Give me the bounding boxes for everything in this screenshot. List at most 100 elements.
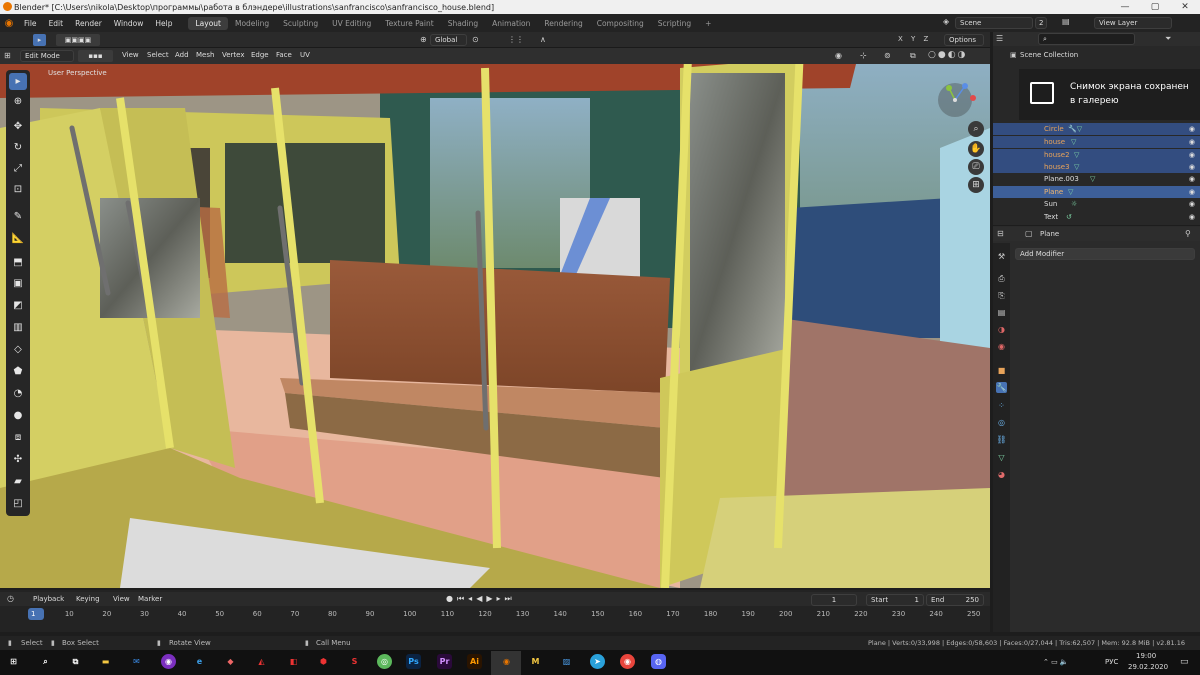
camera-view-icon[interactable]: ⎚: [968, 159, 984, 175]
system-tray-icons[interactable]: ⌃ ▭ 🔈: [1043, 658, 1069, 666]
rip-tool-icon[interactable]: ◰: [9, 495, 27, 512]
vp-menu-select[interactable]: Select: [147, 51, 169, 59]
illustrator-icon[interactable]: Ai: [467, 654, 482, 669]
editor-type-icon[interactable]: ⊞: [4, 51, 11, 60]
chrome-icon[interactable]: ◉: [620, 654, 635, 669]
annotate-tool-icon[interactable]: ✎: [9, 208, 27, 225]
vp-menu-view[interactable]: View: [122, 51, 139, 59]
podcast-app-icon[interactable]: ◉: [161, 654, 176, 669]
edge-browser-icon[interactable]: e: [192, 654, 207, 669]
app-icon-shape[interactable]: ⬢: [316, 654, 331, 669]
filter-icon[interactable]: ⏷: [1165, 34, 1171, 44]
overlay-icon[interactable]: ⊚: [884, 51, 891, 60]
visibility-eye-icon[interactable]: ◉: [1189, 198, 1195, 210]
world-tab-icon[interactable]: ◉: [996, 341, 1007, 352]
outliner-item-plane[interactable]: Plane ▽ ◉: [993, 186, 1200, 198]
data-tab-icon[interactable]: ▽: [996, 452, 1007, 463]
tab-modeling[interactable]: Modeling: [228, 17, 276, 30]
telegram-icon[interactable]: ➤: [590, 654, 605, 669]
maximize-button[interactable]: ▢: [1140, 0, 1170, 14]
transform-orientation-dropdown[interactable]: Global: [430, 34, 467, 46]
outliner-editor-icon[interactable]: ☰: [996, 34, 1003, 43]
outliner-item-house[interactable]: house ▽ ◉: [993, 136, 1200, 148]
tab-animation[interactable]: Animation: [485, 17, 537, 30]
bevel-tool-icon[interactable]: ◩: [9, 297, 27, 314]
visibility-eye-icon[interactable]: ◉: [1189, 161, 1195, 173]
scale-tool-icon[interactable]: ⤢: [9, 160, 27, 177]
render-tab-icon[interactable]: ⎙: [996, 273, 1007, 284]
outliner-search[interactable]: ⌕: [1038, 33, 1135, 45]
output-tab-icon[interactable]: ⎘: [996, 290, 1007, 301]
screenshot-toast[interactable]: Снимок экрана сохранен в галерею: [1019, 69, 1200, 120]
spin-tool-icon[interactable]: ◔: [9, 385, 27, 402]
vp-menu-uv[interactable]: UV: [300, 51, 310, 59]
app-icon-flag[interactable]: ◧: [286, 654, 301, 669]
clock-time[interactable]: 19:00: [1136, 652, 1156, 660]
vp-menu-add[interactable]: Add: [175, 51, 189, 59]
current-frame-field[interactable]: 1: [811, 594, 857, 606]
app-icon-green[interactable]: ◎: [377, 654, 392, 669]
scene-tab-icon[interactable]: ◑: [996, 324, 1007, 335]
add-modifier-dropdown[interactable]: Add Modifier: [1015, 248, 1195, 260]
visibility-eye-icon[interactable]: ◉: [1189, 186, 1195, 198]
timeline-menu-marker[interactable]: Marker: [138, 595, 162, 603]
select-mode-toggle-icons[interactable]: ▪▪▪: [78, 50, 113, 62]
outliner-item-house2[interactable]: house2 ▽ ◉: [993, 149, 1200, 161]
inset-tool-icon[interactable]: ▣: [9, 275, 27, 292]
tab-texture-paint[interactable]: Texture Paint: [378, 17, 440, 30]
select-tool-mode-icon[interactable]: ▸: [33, 34, 46, 46]
discord-icon[interactable]: ◍: [651, 654, 666, 669]
snap-icon[interactable]: ⋮⋮: [508, 35, 524, 44]
loop-cut-tool-icon[interactable]: ▥: [9, 319, 27, 336]
taskbar-search-icon[interactable]: ⌕: [38, 654, 53, 669]
app-icon-m[interactable]: M: [528, 654, 543, 669]
outliner-item-sun[interactable]: Sun ☼ ◉: [993, 198, 1200, 210]
menu-render[interactable]: Render: [69, 19, 108, 28]
scene-selector[interactable]: Scene: [955, 17, 1033, 29]
grid-view-icon[interactable]: ⊞: [968, 177, 984, 193]
object-tab-icon[interactable]: ■: [996, 365, 1007, 376]
menu-window[interactable]: Window: [108, 19, 150, 28]
options-dropdown[interactable]: Options: [944, 34, 984, 46]
transform-tool-icon[interactable]: ⊡: [9, 181, 27, 198]
select-box-tool-icon[interactable]: ▸: [9, 73, 27, 90]
vp-menu-mesh[interactable]: Mesh: [196, 51, 214, 59]
outliner-item-circle[interactable]: Circle 🔧▽ ◉: [993, 123, 1200, 135]
mode-dropdown[interactable]: Edit Mode: [20, 50, 74, 62]
timeline-editor-icon[interactable]: ◷: [7, 594, 14, 603]
menu-edit[interactable]: Edit: [43, 19, 70, 28]
timeline-menu-view[interactable]: View: [113, 595, 130, 603]
playback-controls[interactable]: ●⏮◂◀▶▸⏭: [446, 594, 516, 604]
shrink-tool-icon[interactable]: ✣: [9, 451, 27, 468]
timeline-menu-playback[interactable]: Playback: [33, 595, 64, 603]
premiere-icon[interactable]: Pr: [437, 654, 452, 669]
tab-compositing[interactable]: Compositing: [590, 17, 651, 30]
notifications-icon[interactable]: ▭: [1180, 657, 1189, 667]
file-explorer-icon[interactable]: ▬: [98, 654, 113, 669]
shading-mode-icons[interactable]: ○●◐◑: [928, 50, 967, 60]
xray-icon[interactable]: ⧉: [910, 51, 916, 61]
outliner-item-text[interactable]: Text ↺ ◉: [993, 211, 1200, 223]
tool-tab-icon[interactable]: ⚒: [996, 251, 1007, 262]
blender-taskbar-icon[interactable]: ◉: [499, 654, 514, 669]
clock-date[interactable]: 29.02.2020: [1128, 663, 1168, 671]
view-layer-tab-icon[interactable]: ▤: [996, 307, 1007, 318]
knife-tool-icon[interactable]: ◇: [9, 341, 27, 358]
photoshop-icon[interactable]: Ps: [406, 654, 421, 669]
visibility-eye-icon[interactable]: ◉: [1189, 149, 1195, 161]
selection-mode-buttons[interactable]: ▣▣▣▣: [56, 34, 100, 46]
add-workspace-button[interactable]: +: [698, 17, 718, 30]
poly-build-tool-icon[interactable]: ⬟: [9, 363, 27, 380]
properties-editor-icon[interactable]: ⊟: [997, 229, 1004, 238]
keyboard-language[interactable]: РУС: [1105, 658, 1118, 666]
zoom-view-icon[interactable]: ⌕: [968, 121, 984, 137]
vp-menu-face[interactable]: Face: [276, 51, 292, 59]
menu-help[interactable]: Help: [149, 19, 178, 28]
shear-tool-icon[interactable]: ▰: [9, 473, 27, 490]
menu-file[interactable]: File: [18, 19, 43, 28]
visibility-icon[interactable]: ◉: [835, 51, 842, 60]
minimize-button[interactable]: —: [1110, 0, 1140, 14]
visibility-eye-icon[interactable]: ◉: [1189, 123, 1195, 135]
modifier-tab-icon[interactable]: 🔧: [996, 382, 1007, 393]
vp-menu-edge[interactable]: Edge: [251, 51, 269, 59]
